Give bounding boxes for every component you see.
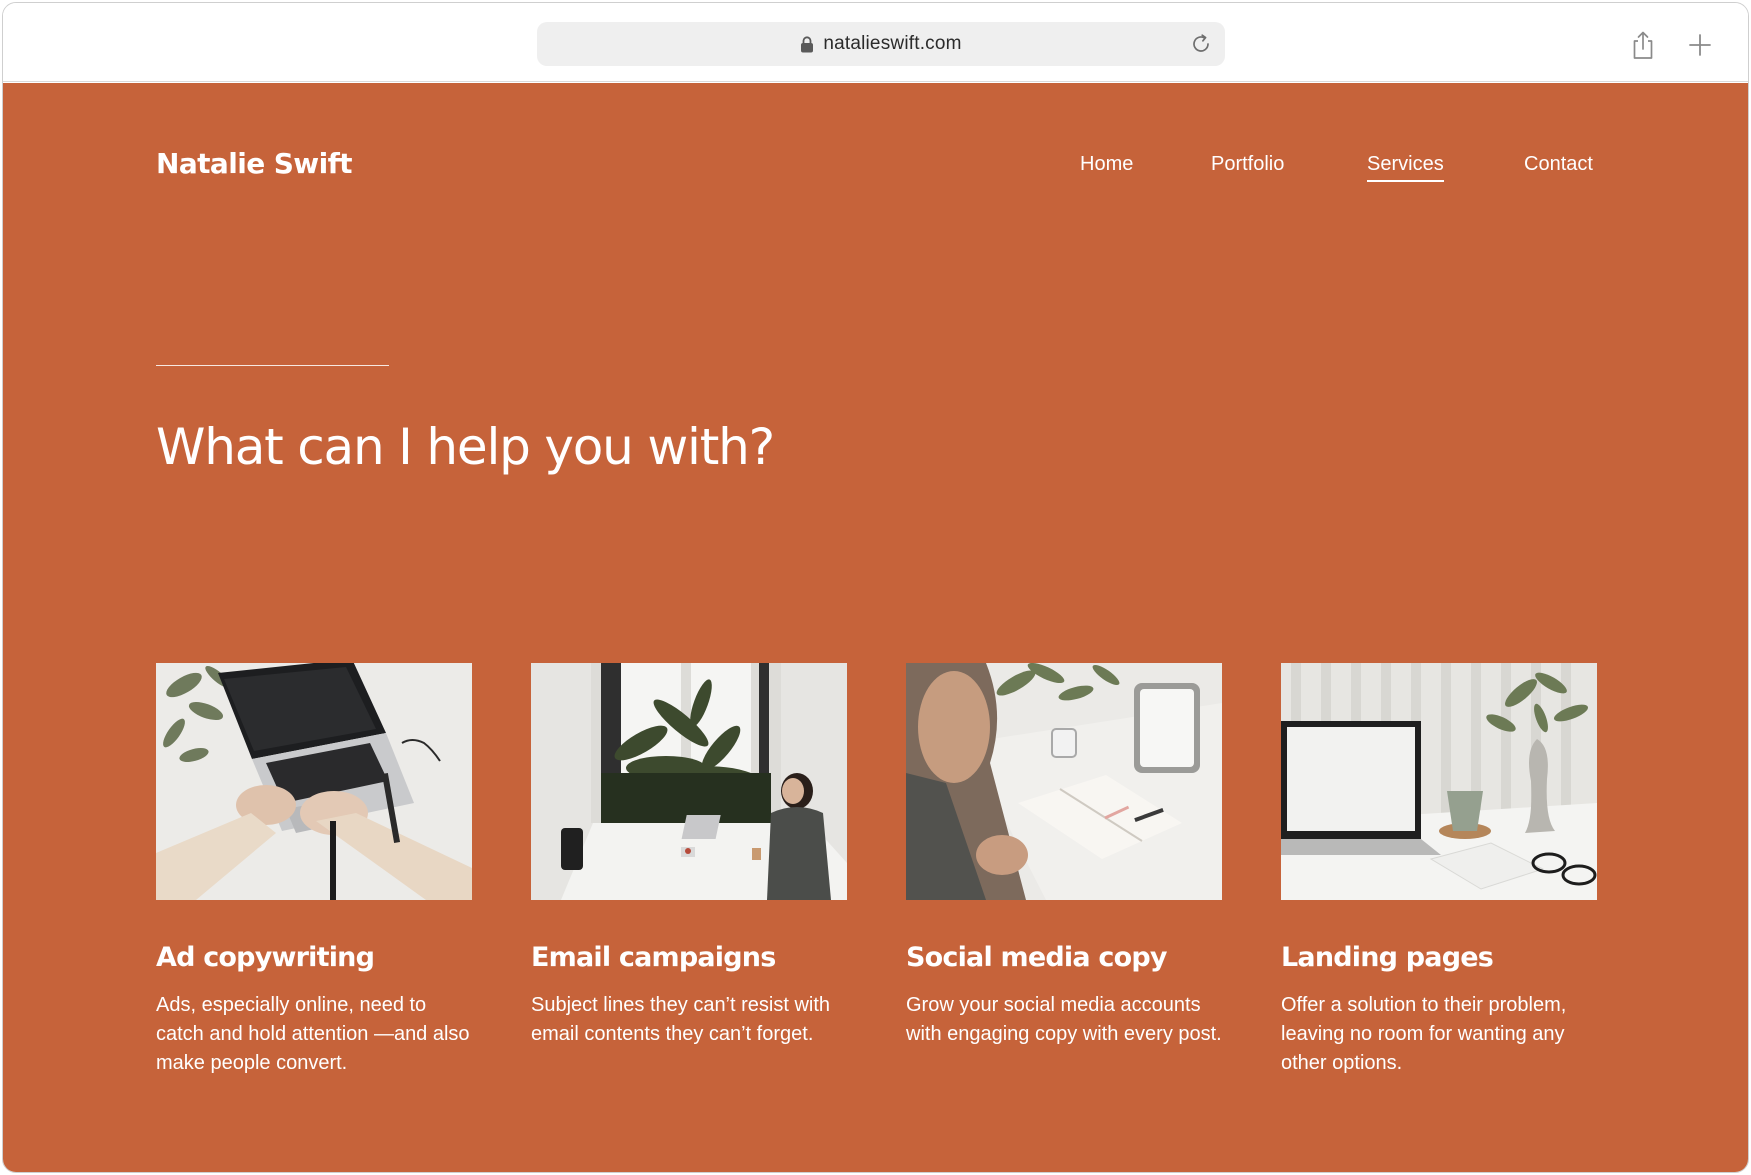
notebook-tablet-photo bbox=[906, 663, 1222, 900]
service-title: Email campaigns bbox=[531, 942, 776, 973]
nav-portfolio[interactable]: Portfolio bbox=[1211, 153, 1284, 176]
lock-icon bbox=[801, 35, 814, 52]
url-text[interactable]: natalieswift.com bbox=[823, 33, 961, 55]
share-icon[interactable] bbox=[1630, 30, 1656, 60]
address-bar[interactable]: natalieswift.com bbox=[537, 22, 1225, 66]
office-desk-photo bbox=[531, 663, 847, 900]
service-card-social-media-copy: Social media copy Grow your social media… bbox=[906, 663, 1222, 1049]
service-title: Landing pages bbox=[1281, 942, 1494, 973]
page-headline: What can I help you with? bbox=[156, 418, 775, 476]
service-card-landing-pages: Landing pages Offer a solution to their … bbox=[1281, 663, 1597, 1078]
service-title: Ad copywriting bbox=[156, 942, 375, 973]
service-title: Social media copy bbox=[906, 942, 1167, 973]
laptop-vase-photo bbox=[1281, 663, 1597, 900]
nav-home[interactable]: Home bbox=[1080, 153, 1133, 176]
nav-services[interactable]: Services bbox=[1367, 153, 1444, 182]
laptop-typing-photo bbox=[156, 663, 472, 900]
section-divider bbox=[156, 365, 389, 366]
main-nav: Home Portfolio Services Contact bbox=[3, 153, 1748, 183]
service-card-ad-copywriting: Ad copywriting Ads, especially online, n… bbox=[156, 663, 472, 1078]
new-tab-plus-icon[interactable] bbox=[1688, 33, 1712, 57]
webpage: Natalie Swift Home Portfolio Services Co… bbox=[3, 83, 1748, 1172]
service-description: Offer a solution to their problem, leavi… bbox=[1281, 994, 1567, 1074]
browser-toolbar: natalieswift.com bbox=[3, 3, 1748, 82]
service-description: Grow your social media accounts with eng… bbox=[906, 994, 1222, 1045]
service-description: Ads, especially online, need to catch an… bbox=[156, 994, 470, 1074]
nav-contact[interactable]: Contact bbox=[1524, 153, 1593, 176]
browser-window: natalieswift.com Natalie Swift Home Port… bbox=[2, 2, 1749, 1173]
reload-icon[interactable] bbox=[1189, 32, 1213, 56]
service-card-email-campaigns: Email campaigns Subject lines they can’t… bbox=[531, 663, 847, 1049]
service-description: Subject lines they can’t resist with ema… bbox=[531, 994, 831, 1045]
